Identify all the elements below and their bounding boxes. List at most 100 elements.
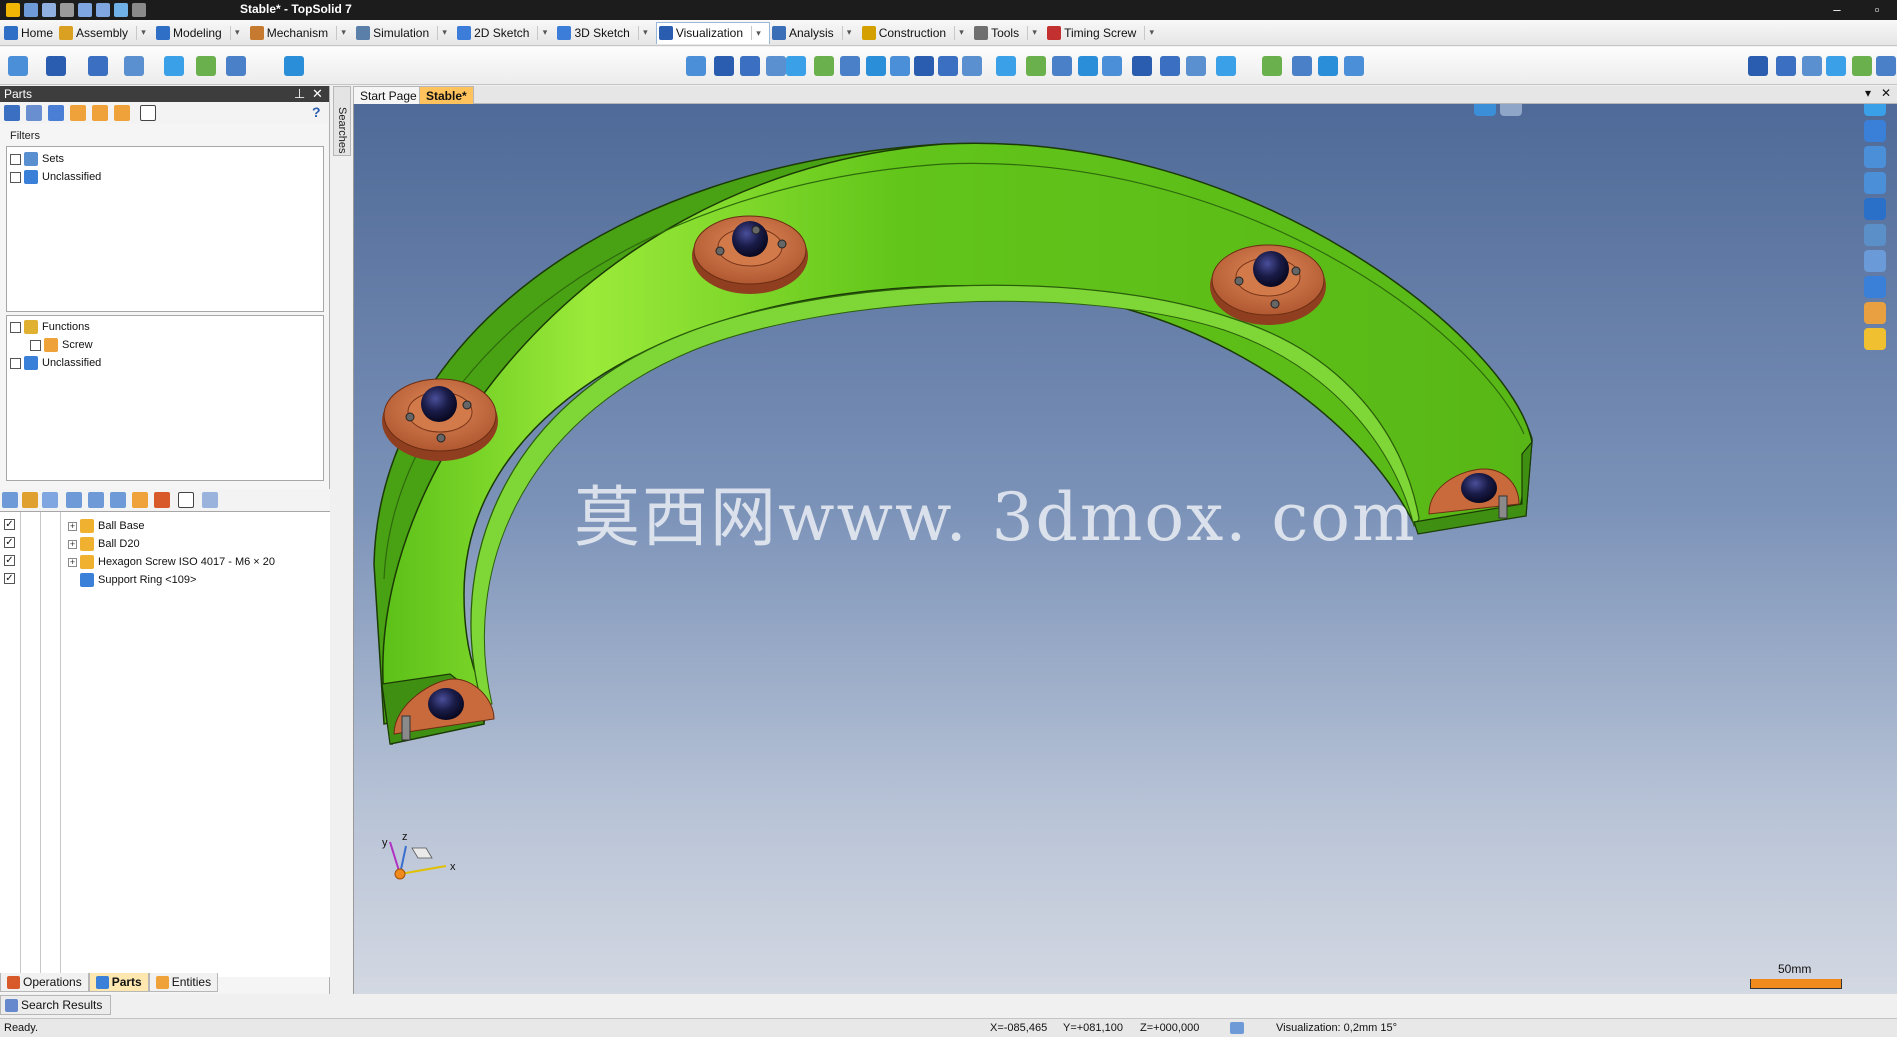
tab-analysis[interactable]: Analysis ▾ [770,22,860,44]
toolbar-tool-icon[interactable] [1160,56,1180,76]
toolbar-tool-icon[interactable] [88,56,108,76]
tab-visualization[interactable]: Visualization ▾ [655,21,770,44]
help-icon[interactable]: ? [312,104,321,120]
part-tree-item[interactable]: + Ball D20 [68,537,140,551]
sort-icon[interactable] [132,492,148,508]
expand-icon[interactable]: + [68,539,77,549]
toolbar-tool-icon[interactable] [686,56,706,76]
filter-checkbox[interactable] [10,171,21,183]
light-icon[interactable] [1864,172,1886,194]
tab-dropdown-icon[interactable]: ▾ [537,25,551,40]
checkbox[interactable]: ✓ [4,519,15,530]
part-visibility-checkbox[interactable]: ✓ [4,573,18,584]
edit-icon[interactable] [114,3,128,17]
filter-checkbox[interactable] [10,153,21,165]
filter-tool-icon[interactable] [26,105,42,121]
filter-checkbox[interactable] [10,357,21,369]
toolbar-tool-icon[interactable] [1318,56,1338,76]
filter-tool-icon[interactable] [114,105,130,121]
sort-icon[interactable] [154,492,170,508]
filter-tool-icon[interactable] [48,105,64,121]
toolbar-tool-icon[interactable] [1186,56,1206,76]
expand-icon[interactable]: + [68,521,77,531]
tree-tool-icon[interactable] [22,492,38,508]
part-visibility-checkbox[interactable]: ✓ [4,555,18,566]
move-icon[interactable] [1864,120,1886,142]
toolbar-tool-icon[interactable] [914,56,934,76]
part-visibility-checkbox[interactable]: ✓ [4,537,18,548]
tab-assembly[interactable]: Assembly ▾ [57,22,154,44]
render-icon[interactable] [1864,302,1886,324]
refresh-icon[interactable] [132,3,146,17]
searches-side-tab[interactable]: Searches [333,86,351,156]
cloud-view-icon[interactable] [1474,104,1496,116]
filter-checkbox[interactable] [10,321,21,333]
toolbar-tool-icon[interactable] [1216,56,1236,76]
toolbar-tool-icon[interactable] [1078,56,1098,76]
tree-tool-icon[interactable] [178,492,194,508]
tab-home[interactable]: Home [2,22,57,44]
toolbar-tool-icon[interactable] [1776,56,1796,76]
columns-icon[interactable] [202,492,218,508]
tab-3d-sketch[interactable]: 3D Sketch ▾ [555,22,655,44]
checkbox[interactable]: ✓ [4,555,15,566]
search-results-tab[interactable]: Search Results [0,995,112,1015]
part-visibility-checkbox[interactable]: ✓ [4,519,18,530]
toolbar-tool-icon[interactable] [1802,56,1822,76]
toolbar-tool-icon[interactable] [766,56,786,76]
tree-tool-icon[interactable] [66,492,82,508]
tab-tools[interactable]: Tools ▾ [972,22,1045,44]
help-query-icon[interactable] [1864,328,1886,350]
toolbar-tool-icon[interactable] [46,56,66,76]
document-tab[interactable]: Stable* [419,86,474,104]
toolbar-tool-icon[interactable] [866,56,886,76]
zoom-icon[interactable] [1864,250,1886,272]
minimize-button[interactable]: – [1817,0,1857,20]
document-tab[interactable]: Start Page [353,86,424,104]
filter-tool-icon[interactable] [70,105,86,121]
toolbar-tool-icon[interactable] [1876,56,1896,76]
toolbar-tool-icon[interactable] [1292,56,1312,76]
filter-unclassified-item[interactable]: Unclassified [10,356,101,370]
tab-parts[interactable]: Parts [88,973,149,992]
tab-2d-sketch[interactable]: 2D Sketch ▾ [455,22,555,44]
toolbar-tool-icon[interactable] [890,56,910,76]
toolbar-tool-icon[interactable] [996,56,1016,76]
filter-unclassified-item[interactable]: Unclassified [10,170,101,184]
tree-tool-icon[interactable] [2,492,18,508]
tree-tool-icon[interactable] [42,492,58,508]
zoom-window-icon[interactable] [1864,224,1886,246]
tab-dropdown-icon[interactable]: ▾ [954,25,968,40]
filter-tool-icon[interactable] [4,105,20,121]
toolbar-tool-icon[interactable] [938,56,958,76]
expand-icon[interactable]: + [68,557,77,567]
print-icon[interactable] [60,3,74,17]
filter-tool-icon[interactable] [92,105,108,121]
toolbar-tool-icon[interactable] [1102,56,1122,76]
tab-construction[interactable]: Construction ▾ [860,22,972,44]
redo-icon[interactable] [96,3,110,17]
tab-entities[interactable]: Entities [148,973,219,992]
part-tree-item[interactable]: + Ball Base [68,519,144,533]
toolbar-tool-icon[interactable] [226,56,246,76]
toolbar-tool-icon[interactable] [1748,56,1768,76]
tab-dropdown-icon[interactable]: ▾ [637,25,652,40]
window-layout-icon[interactable] [1864,198,1886,220]
save-all-icon[interactable] [42,3,56,17]
toolbar-tool-icon[interactable] [740,56,760,76]
toolbar-tool-icon[interactable] [196,56,216,76]
toolbar-tool-icon[interactable] [1262,56,1282,76]
tab-simulation[interactable]: Simulation ▾ [354,22,455,44]
checkbox[interactable]: ✓ [4,573,15,584]
maximize-button[interactable]: ▫ [1857,0,1897,20]
table-icon[interactable] [140,105,156,121]
camera-icon[interactable] [1864,146,1886,168]
toolbar-tool-icon[interactable] [1826,56,1846,76]
tab-dropdown-icon[interactable]: ▾ [336,25,350,40]
toolbar-tool-icon[interactable] [714,56,734,76]
tab-list-dropdown[interactable]: ▾ [1865,86,1871,100]
toolbar-tool-icon[interactable] [962,56,982,76]
part-tree-item[interactable]: Support Ring <109> [68,573,196,587]
tab-dropdown-icon[interactable]: ▾ [136,25,150,40]
toolbar-tool-icon[interactable] [1132,56,1152,76]
